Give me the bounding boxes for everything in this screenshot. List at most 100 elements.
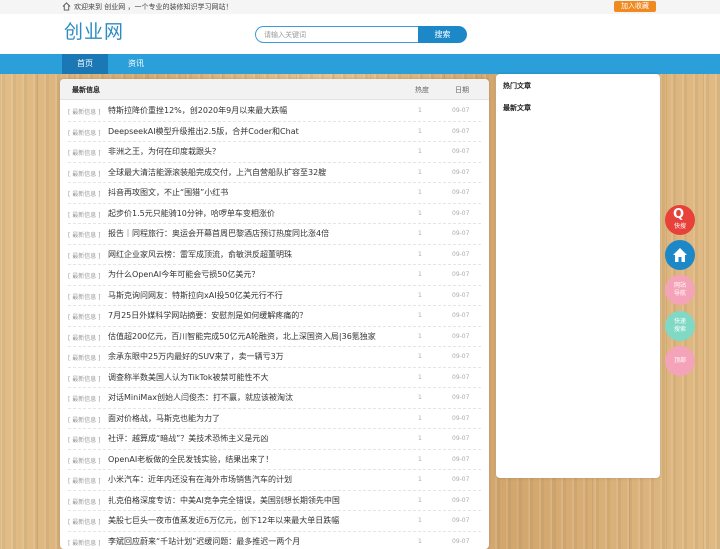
nav-item-home[interactable]: 首页 [62, 54, 108, 74]
row-category[interactable]: [ 最新信息 ] [68, 312, 101, 321]
row-title-link[interactable]: 抖音再攻图文，不止“围猎”小红书 [108, 187, 228, 198]
row-category[interactable]: [ 最新信息 ] [68, 435, 101, 444]
row-title-link[interactable]: 特斯拉降价重挫12%，创2020年9月以来最大跌幅 [108, 105, 287, 116]
row-title-link[interactable]: 调查称半数美国人认为TikTok被禁可能性不大 [108, 372, 269, 383]
row-title-link[interactable]: 网红企业家风云榜：雷军成顶流，俞敏洪反超董明珠 [108, 249, 292, 260]
row-hot-count: 1 [418, 538, 422, 545]
row-category[interactable]: [ 最新信息 ] [68, 517, 101, 526]
search-button[interactable]: 搜索 [418, 26, 467, 43]
panel-header: 最新信息 热度 日期 [60, 79, 489, 100]
row-category[interactable]: [ 最新信息 ] [68, 271, 101, 280]
row-title-link[interactable]: OpenAI老板做的全民发钱实验，结果出来了！ [108, 454, 273, 465]
table-row[interactable]: [ 最新信息 ]调查称半数美国人认为TikTok被禁可能性不大109-07 [68, 368, 481, 389]
home-float-button[interactable] [665, 240, 695, 270]
table-row[interactable]: [ 最新信息 ]余承东眼中25万内最好的SUV来了，卖一辆亏3万109-07 [68, 347, 481, 368]
row-date: 09-07 [452, 210, 469, 217]
add-favorite-button[interactable]: 加入收藏 [614, 1, 656, 12]
row-title-link[interactable]: 对话MiniMax创始人闫俊杰：打不赢，就应该被淘汰 [108, 392, 293, 403]
column-header-date: 日期 [455, 85, 469, 95]
row-category[interactable]: [ 最新信息 ] [68, 169, 101, 178]
row-category[interactable]: [ 最新信息 ] [68, 456, 101, 465]
float-label-search: 快搜 [665, 223, 695, 231]
row-category[interactable]: [ 最新信息 ] [68, 292, 101, 301]
row-title-link[interactable]: 起步价1.5元只能骑10分钟，哈啰单车变相涨价 [108, 208, 275, 219]
back-to-top-float-button[interactable]: 顶部 [665, 346, 695, 376]
row-date: 09-07 [452, 251, 469, 258]
table-row[interactable]: [ 最新信息 ]扎克伯格深度专访：中美AI竞争完全错误，美国别想长期领先中国10… [68, 491, 481, 512]
row-hot-count: 1 [418, 312, 422, 319]
home-icon[interactable] [62, 2, 71, 11]
panel-title: 最新信息 [72, 85, 100, 95]
table-row[interactable]: [ 最新信息 ]特斯拉降价重挫12%，创2020年9月以来最大跌幅109-07 [68, 101, 481, 122]
row-title-link[interactable]: 社评：越算成“暗战”？美技术恐怖主义是元凶 [108, 433, 268, 444]
row-title-link[interactable]: 估值超200亿元，百川智能完成50亿元A轮融资，北上深国资入局|36氪独家 [108, 331, 376, 342]
row-hot-count: 1 [418, 230, 422, 237]
row-title-link[interactable]: 非洲之王，为何在印度栽跟头？ [108, 146, 220, 157]
hot-articles-heading: 热门文章 [503, 81, 531, 91]
row-category[interactable]: [ 最新信息 ] [68, 538, 101, 547]
table-row[interactable]: [ 最新信息 ]报告｜同程旅行：奥运会开幕首周巴黎酒店预订热度同比涨4倍109-… [68, 224, 481, 245]
table-row[interactable]: [ 最新信息 ] 估值超200亿元，百川智能完成50亿元A轮融资，北上深国资入局|… [68, 327, 481, 348]
row-category[interactable]: [ 最新信息 ] [68, 497, 101, 506]
table-row[interactable]: [ 最新信息 ]为什么OpenAI今年可能会亏损50亿美元？109-07 [68, 265, 481, 286]
row-date: 09-07 [452, 271, 469, 278]
row-date: 09-07 [452, 333, 469, 340]
row-title-link[interactable]: DeepseekAI模型升级推出2.5版，合并Coder和Chat [108, 126, 299, 137]
row-title-link[interactable]: 李斌回应蔚来“千站计划”迟缓问题：最多推迟一两个月 [108, 536, 300, 547]
row-category[interactable]: [ 最新信息 ] [68, 189, 101, 198]
search-input[interactable] [255, 26, 418, 43]
row-date: 09-07 [452, 312, 469, 319]
row-hot-count: 1 [418, 251, 422, 258]
table-row[interactable]: [ 最新信息 ]抖音再攻图文，不止“围猎”小红书109-07 [68, 183, 481, 204]
nav-item-news[interactable]: 资讯 [116, 54, 156, 74]
row-title-link[interactable]: 报告｜同程旅行：奥运会开幕首周巴黎酒店预订热度同比涨4倍 [108, 228, 329, 239]
table-row[interactable]: [ 最新信息 ]OpenAI老板做的全民发钱实验，结果出来了！109-07 [68, 450, 481, 471]
table-row[interactable]: [ 最新信息 ]马斯克询问网友：特斯拉向xAI投50亿美元行不行109-07 [68, 286, 481, 307]
row-title-link[interactable]: 小米汽车：近年内还没有在海外市场销售汽车的计划 [108, 474, 292, 485]
table-row[interactable]: [ 最新信息 ]小米汽车：近年内还没有在海外市场销售汽车的计划109-07 [68, 470, 481, 491]
quick-search-float-button[interactable]: Q 快搜 [665, 205, 695, 235]
table-row[interactable]: [ 最新信息 ]美股七巨头一夜市值蒸发近6万亿元，创下12年以来最大单日跌幅10… [68, 511, 481, 532]
row-title-link[interactable]: 7月25日外媒科学网站摘要：安慰剂是如何缓解疼痛的？ [108, 310, 307, 321]
row-category[interactable]: [ 最新信息 ] [68, 476, 101, 485]
site-logo[interactable]: 创业网 [64, 20, 124, 44]
table-row[interactable]: [ 最新信息 ]非洲之王，为何在印度栽跟头？109-07 [68, 142, 481, 163]
row-date: 09-07 [452, 189, 469, 196]
table-row[interactable]: [ 最新信息 ] 7月25日外媒科学网站摘要：安慰剂是如何缓解疼痛的？ 1 09-07 [68, 306, 481, 327]
site-nav-float-button[interactable]: 网站 导航 [665, 275, 695, 305]
table-row[interactable]: [ 最新信息 ] DeepseekAI模型升级推出2.5版，合并Coder和Cha… [68, 122, 481, 143]
row-title-link[interactable]: 面对价格战，马斯克也能为力了 [108, 413, 220, 424]
float-label-top: 顶部 [665, 357, 695, 365]
table-row[interactable]: [ 最新信息 ]全球最大清洁能源滚装船完成交付，上汽自营船队扩容至32艘109-… [68, 163, 481, 184]
table-row[interactable]: [ 最新信息 ]面对价格战，马斯克也能为力了109-07 [68, 409, 481, 430]
row-category[interactable]: [ 最新信息 ] [68, 210, 101, 219]
row-title-link[interactable]: 美股七巨头一夜市值蒸发近6万亿元，创下12年以来最大单日跌幅 [108, 515, 339, 526]
quick-search-text-float-button[interactable]: 快速 搜索 [665, 311, 695, 341]
row-date: 09-07 [452, 415, 469, 422]
table-row[interactable]: [ 最新信息 ]李斌回应蔚来“千站计划”迟缓问题：最多推迟一两个月109-07 [68, 532, 481, 549]
row-title-link[interactable]: 为什么OpenAI今年可能会亏损50亿美元？ [108, 269, 259, 280]
row-category[interactable]: [ 最新信息 ] [68, 415, 101, 424]
row-category[interactable]: [ 最新信息 ] [68, 333, 101, 342]
row-category[interactable]: [ 最新信息 ] [68, 374, 101, 383]
site-header: 创业网 搜索 [0, 14, 720, 54]
table-row[interactable]: [ 最新信息 ]社评：越算成“暗战”？美技术恐怖主义是元凶109-07 [68, 429, 481, 450]
row-category[interactable]: [ 最新信息 ] [68, 251, 101, 260]
table-row[interactable]: [ 最新信息 ]对话MiniMax创始人闫俊杰：打不赢，就应该被淘汰109-07 [68, 388, 481, 409]
row-category[interactable]: [ 最新信息 ] [68, 148, 101, 157]
row-category[interactable]: [ 最新信息 ] [68, 353, 101, 362]
row-hot-count: 1 [418, 497, 422, 504]
row-category[interactable]: [ 最新信息 ] [68, 107, 101, 116]
row-title-link[interactable]: 全球最大清洁能源滚装船完成交付，上汽自营船队扩容至32艘 [108, 167, 326, 178]
house-icon [671, 246, 689, 264]
row-hot-count: 1 [418, 435, 422, 442]
row-date: 09-07 [452, 292, 469, 299]
row-category[interactable]: [ 最新信息 ] [68, 128, 101, 137]
row-category[interactable]: [ 最新信息 ] [68, 230, 101, 239]
row-title-link[interactable]: 马斯克询问网友：特斯拉向xAI投50亿美元行不行 [108, 290, 283, 301]
row-title-link[interactable]: 扎克伯格深度专访：中美AI竞争完全错误，美国别想长期领先中国 [108, 495, 340, 506]
row-title-link[interactable]: 余承东眼中25万内最好的SUV来了，卖一辆亏3万 [108, 351, 284, 362]
table-row[interactable]: [ 最新信息 ] 网红企业家风云榜：雷军成顶流，俞敏洪反超董明珠 1 09-07 [68, 245, 481, 266]
row-category[interactable]: [ 最新信息 ] [68, 394, 101, 403]
table-row[interactable]: [ 最新信息 ]起步价1.5元只能骑10分钟，哈啰单车变相涨价109-07 [68, 204, 481, 225]
